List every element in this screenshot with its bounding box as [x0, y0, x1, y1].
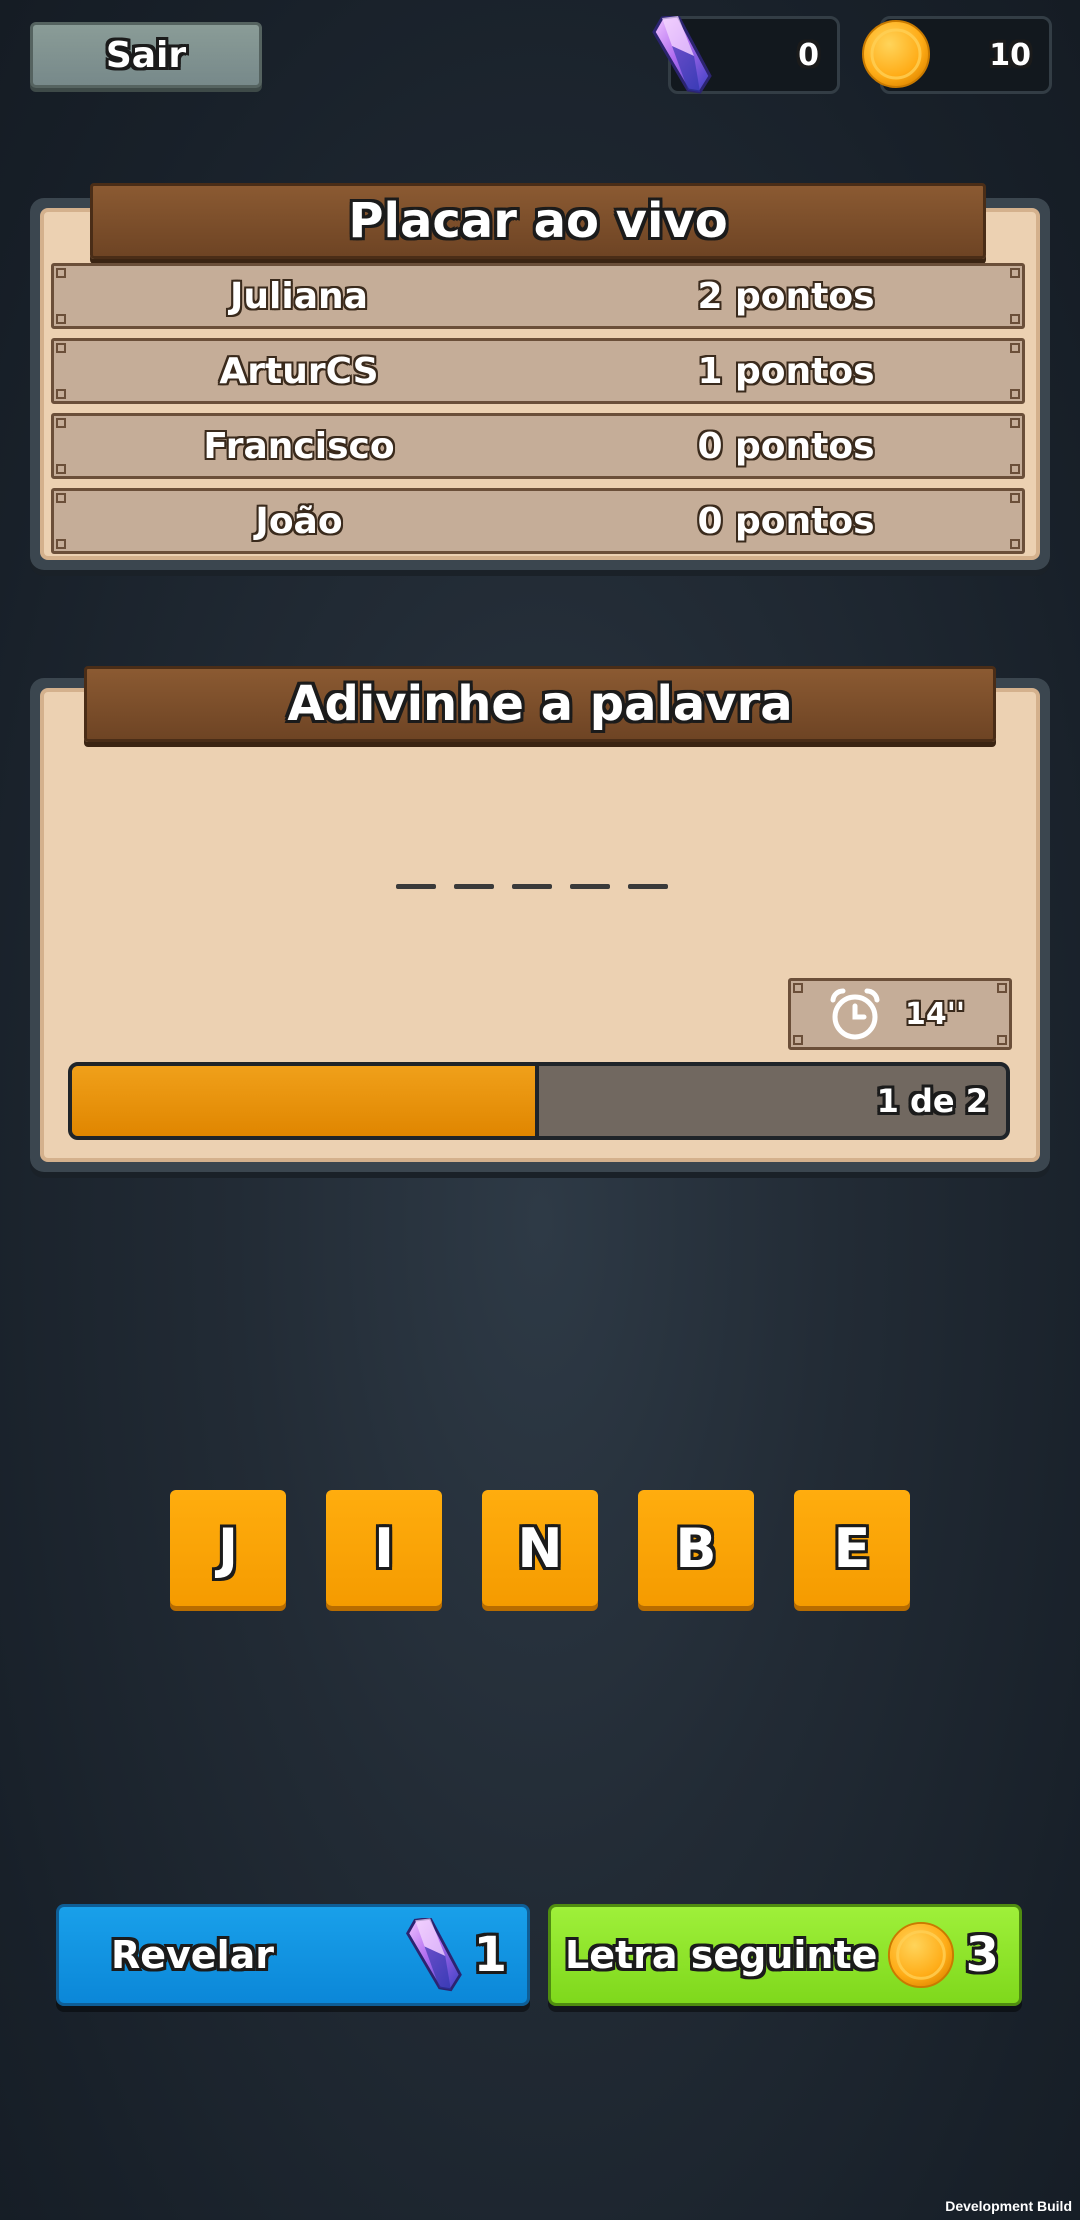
gem-count: 0: [798, 37, 819, 73]
reveal-label: Revelar: [111, 1933, 274, 1977]
letter-blank: [570, 884, 610, 889]
progress-label: 1 de 2: [876, 1082, 988, 1120]
guess-title: Adivinhe a palavra: [287, 676, 793, 732]
letter-blank: [628, 884, 668, 889]
coin-count: 10: [989, 37, 1031, 73]
alarm-clock-icon: [830, 988, 880, 1040]
next-letter-button[interactable]: Letra seguinte 3: [548, 1904, 1022, 2006]
letter-tile[interactable]: N: [482, 1490, 598, 1606]
letter-blank: [396, 884, 436, 889]
reveal-cost: 1: [473, 1927, 507, 1983]
next-letter-label: Letra seguinte: [565, 1933, 878, 1977]
timer: 14'': [788, 978, 1012, 1050]
guess-title-ribbon: Adivinhe a palavra: [84, 666, 996, 742]
player-points: 0 pontos: [697, 425, 875, 467]
letter-tile[interactable]: B: [638, 1490, 754, 1606]
letter-tile[interactable]: I: [326, 1490, 442, 1606]
player-name: Juliana: [230, 275, 368, 317]
letter-blank: [454, 884, 494, 889]
word-blanks: [396, 884, 668, 889]
player-points: 2 pontos: [697, 275, 875, 317]
score-row: Francisco 0 pontos: [51, 413, 1025, 479]
crystal-icon: [652, 16, 712, 94]
letter-tiles: J I N B E: [170, 1490, 910, 1606]
scoreboard-title-ribbon: Placar ao vivo: [90, 183, 986, 259]
round-progress-bar: 1 de 2: [68, 1062, 1010, 1140]
crystal-icon: [405, 1918, 462, 1992]
exit-button[interactable]: Sair: [30, 22, 262, 88]
score-row: ArturCS 1 pontos: [51, 338, 1025, 404]
coin-icon: [862, 20, 930, 88]
player-name: ArturCS: [219, 350, 379, 392]
scoreboard-title: Placar ao vivo: [348, 193, 728, 249]
player-name: Francisco: [203, 425, 395, 467]
next-letter-cost: 3: [965, 1927, 999, 1983]
player-name: João: [255, 500, 343, 542]
coin-icon: [887, 1921, 954, 1989]
progress-fill: [72, 1066, 539, 1136]
letter-tile[interactable]: E: [794, 1490, 910, 1606]
score-row: Juliana 2 pontos: [51, 263, 1025, 329]
letter-tile[interactable]: J: [170, 1490, 286, 1606]
reveal-button[interactable]: Revelar 1: [56, 1904, 530, 2006]
timer-text: 14'': [905, 996, 966, 1032]
dev-build-label: Development Build: [945, 2198, 1072, 2214]
letter-blank: [512, 884, 552, 889]
player-points: 0 pontos: [697, 500, 875, 542]
player-points: 1 pontos: [697, 350, 875, 392]
score-row: João 0 pontos: [51, 488, 1025, 554]
